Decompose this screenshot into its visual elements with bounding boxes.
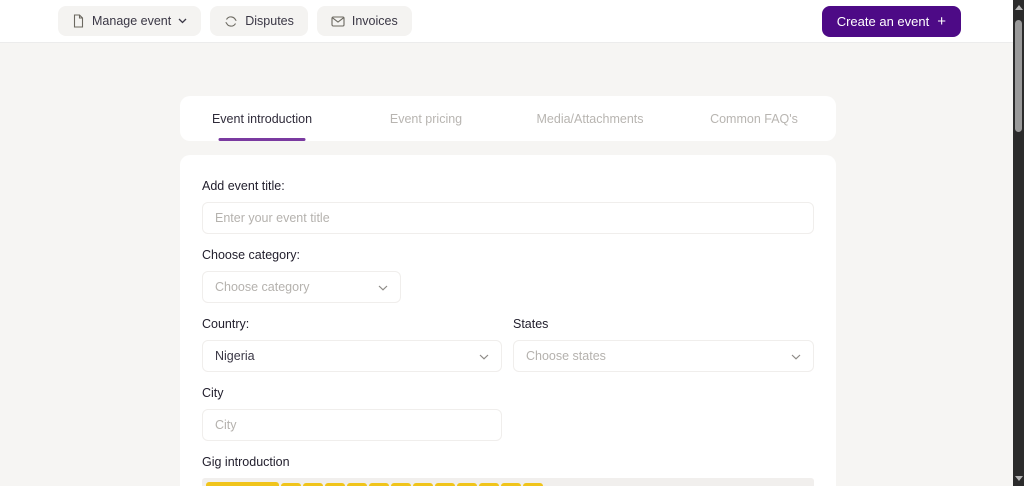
event-introduction-form: Add event title: Choose category: Choose… <box>180 155 836 486</box>
paragraph-format-select[interactable]: Paragraph <box>206 482 279 486</box>
align-right-button[interactable] <box>435 482 455 486</box>
chevron-down-icon <box>378 280 388 294</box>
tab-label: Common FAQ's <box>710 111 798 126</box>
refresh-cycle-icon <box>224 15 238 28</box>
document-icon <box>72 14 85 28</box>
bold-button[interactable]: B <box>281 482 301 486</box>
table-button[interactable] <box>523 482 543 486</box>
scrollbar-down-arrow-icon[interactable] <box>1015 476 1023 481</box>
event-form-tabs: Event introduction Event pricing Media/A… <box>180 96 836 141</box>
tab-label: Event introduction <box>211 111 313 126</box>
tab-media-attachments[interactable]: Media/Attachments <box>508 96 672 141</box>
country-value: Nigeria <box>215 349 255 363</box>
bullet-list-button[interactable] <box>325 482 345 486</box>
category-placeholder: Choose category <box>215 280 310 294</box>
event-title-label: Add event title: <box>202 179 285 193</box>
invoices-button[interactable]: Invoices <box>316 6 412 36</box>
navbar-button-group: Manage event Disputes Invoices <box>58 6 412 36</box>
tab-label: Media/Attachments <box>536 111 644 126</box>
disputes-label: Disputes <box>245 14 294 28</box>
italic-button[interactable]: I <box>303 482 323 486</box>
rich-text-editor-toolbar: Paragraph B I “ <box>202 478 814 486</box>
manage-event-button[interactable]: Manage event <box>58 6 202 36</box>
create-event-label: Create an event <box>836 14 930 29</box>
active-tab-underline <box>218 138 306 141</box>
country-label: Country: <box>202 317 250 331</box>
numbered-list-button[interactable] <box>347 482 367 486</box>
vertical-scrollbar[interactable] <box>1013 0 1024 486</box>
plus-icon: + <box>937 13 946 30</box>
scrollbar-thumb[interactable] <box>1015 20 1022 132</box>
states-select[interactable]: Choose states <box>513 340 814 372</box>
category-label: Choose category: <box>202 248 300 262</box>
city-label: City <box>202 386 224 400</box>
fullscreen-button[interactable] <box>501 482 521 486</box>
event-title-input[interactable] <box>202 202 814 234</box>
link-button[interactable] <box>457 482 477 486</box>
states-placeholder: Choose states <box>526 349 606 363</box>
align-center-button[interactable] <box>413 482 433 486</box>
tab-event-introduction[interactable]: Event introduction <box>180 96 344 141</box>
manage-event-label: Manage event <box>92 14 172 28</box>
tab-label: Event pricing <box>389 111 463 126</box>
create-event-button[interactable]: Create an event + <box>821 6 961 37</box>
tab-event-pricing[interactable]: Event pricing <box>344 96 508 141</box>
gig-introduction-label: Gig introduction <box>202 455 290 469</box>
horizontal-rule-button[interactable] <box>479 482 499 486</box>
chevron-down-icon <box>178 18 187 24</box>
scrollbar-up-arrow-icon[interactable] <box>1015 5 1023 10</box>
blockquote-button[interactable]: “ <box>369 482 389 486</box>
states-label: States <box>513 317 549 331</box>
invoices-label: Invoices <box>351 14 398 28</box>
country-select[interactable]: Nigeria <box>202 340 502 372</box>
category-select[interactable]: Choose category <box>202 271 401 303</box>
align-left-button[interactable] <box>391 482 411 486</box>
city-input[interactable] <box>202 409 502 441</box>
chevron-down-icon <box>479 349 489 363</box>
envelope-icon <box>331 15 345 27</box>
tab-common-faqs[interactable]: Common FAQ's <box>672 96 836 141</box>
top-navbar: Manage event Disputes Invoices Create an… <box>0 0 1013 43</box>
chevron-down-icon <box>791 349 801 363</box>
disputes-button[interactable]: Disputes <box>210 6 308 36</box>
